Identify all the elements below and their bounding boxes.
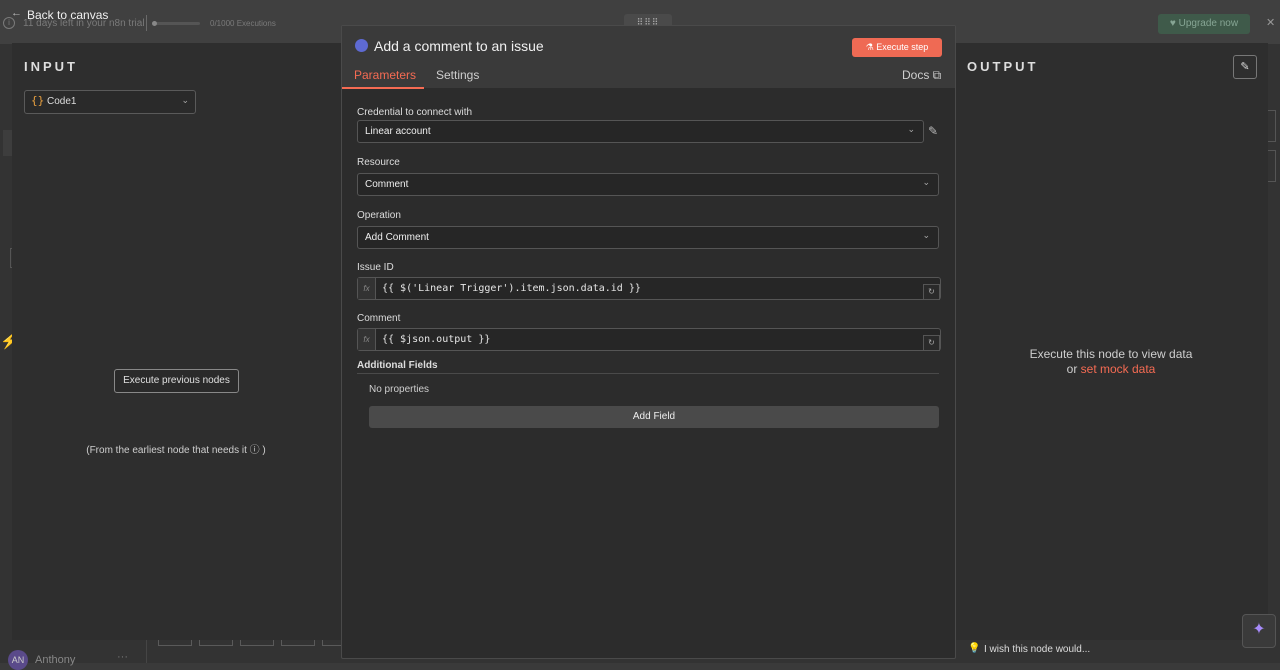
tab-parameters[interactable]: Parameters	[354, 68, 416, 82]
add-field-button[interactable]: Add Field	[369, 406, 939, 428]
divider	[146, 640, 147, 663]
issue-id-field[interactable]: fx {{ $('Linear Trigger').item.json.data…	[357, 277, 941, 300]
code-icon: {}	[31, 94, 45, 107]
output-hint-line2: or set mock data	[954, 362, 1268, 377]
feedback-link[interactable]: I wish this node would...	[984, 644, 1090, 655]
comment-expression[interactable]: {{ $json.output }}	[382, 334, 490, 345]
upgrade-label: Upgrade now	[1178, 18, 1239, 29]
issue-id-expression[interactable]: {{ $('Linear Trigger').item.json.data.id…	[382, 283, 641, 294]
credential-label: Credential to connect with	[357, 107, 473, 118]
operation-label: Operation	[357, 210, 401, 221]
executions-progress	[152, 21, 200, 26]
divider	[146, 15, 147, 31]
panel-header: Add a comment to an issue ⚗ Execute step…	[342, 26, 955, 89]
user-name: Anthony	[35, 654, 76, 666]
output-hint: Execute this node to view data or set mo…	[954, 347, 1268, 377]
set-mock-data-link[interactable]: set mock data	[1081, 362, 1156, 376]
additional-fields-label: Additional Fields	[357, 360, 438, 371]
divider	[357, 373, 939, 374]
upgrade-button[interactable]: ♥ Upgrade now	[1158, 14, 1250, 34]
avatar[interactable]: AN	[8, 650, 28, 670]
execute-step-button[interactable]: ⚗ Execute step	[852, 38, 942, 57]
comment-label: Comment	[357, 313, 401, 324]
node-title[interactable]: Add a comment to an issue	[374, 38, 544, 54]
output-hint-line: Execute this node to view data	[1029, 347, 1193, 361]
no-properties-text: No properties	[369, 384, 430, 395]
input-panel: INPUT No input data yet (From the earlie…	[12, 43, 342, 640]
operation-value: Add Comment	[365, 232, 429, 243]
or-text: or	[1066, 362, 1081, 376]
lightbulb-icon: 💡	[968, 643, 981, 654]
input-hint: (From the earliest node that needs it ⓘ …	[86, 445, 266, 456]
docs-label: Docs	[902, 68, 930, 82]
linear-icon	[355, 39, 368, 52]
execute-previous-button[interactable]: Execute previous nodes	[114, 369, 239, 393]
reset-icon[interactable]: ↻	[923, 284, 940, 300]
credential-select[interactable]: Linear account ⌄	[357, 120, 924, 143]
chevron-down-icon: ⌄	[922, 230, 930, 240]
close-icon[interactable]: ✕	[1266, 16, 1275, 29]
node-parameters-panel: Add a comment to an issue ⚗ Execute step…	[341, 25, 956, 659]
back-arrow-icon[interactable]: ←	[11, 7, 22, 19]
edit-icon[interactable]: ✎	[1233, 55, 1257, 79]
reset-icon[interactable]: ↻	[923, 335, 940, 351]
resource-label: Resource	[357, 157, 400, 168]
chevron-down-icon: ⌄	[922, 177, 930, 187]
credential-value: Linear account	[365, 126, 431, 137]
ai-assistant-button[interactable]: ✦	[1242, 614, 1276, 648]
comment-field[interactable]: fx {{ $json.output }} ↻	[357, 328, 941, 351]
execute-step-label: Execute step	[876, 42, 929, 52]
more-icon[interactable]: ···	[117, 651, 128, 663]
resource-value: Comment	[365, 179, 409, 190]
input-node-select[interactable]: {} Code1 ⌄	[24, 90, 196, 114]
input-node-value: Code1	[47, 96, 77, 107]
operation-select[interactable]: Add Comment ⌄	[357, 226, 939, 249]
executions-count: 0/1000 Executions	[210, 19, 276, 28]
docs-link[interactable]: Docs ⧉	[902, 68, 941, 83]
active-tab-indicator	[342, 87, 424, 89]
chevron-down-icon: ⌄	[907, 124, 915, 134]
tab-settings[interactable]: Settings	[436, 68, 479, 82]
resource-select[interactable]: Comment ⌄	[357, 173, 939, 196]
fx-icon: fx	[358, 329, 376, 350]
fx-icon: fx	[358, 278, 376, 299]
edit-credential-icon[interactable]: ✎	[928, 124, 938, 138]
input-title: INPUT	[24, 59, 78, 74]
output-title: OUTPUT	[967, 59, 1039, 74]
issue-id-label: Issue ID	[357, 262, 394, 273]
chevron-down-icon: ⌄	[181, 95, 189, 105]
back-to-canvas-link[interactable]: Back to canvas	[27, 8, 108, 22]
